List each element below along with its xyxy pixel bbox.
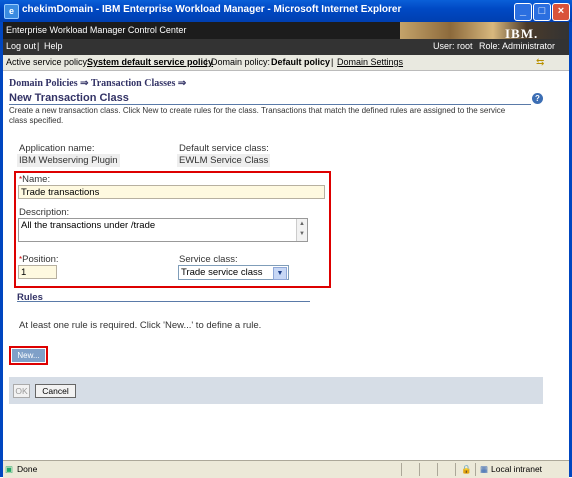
minimize-button[interactable]: _ <box>514 3 532 21</box>
cancel-button[interactable]: Cancel <box>35 384 76 398</box>
app-name-value: IBM Webserving Plugin <box>17 154 120 167</box>
help-link[interactable]: Help <box>44 41 63 51</box>
service-class-select[interactable]: Trade service class ▼ <box>178 265 289 280</box>
page-description: Create a new transaction class. Click Ne… <box>9 106 506 125</box>
active-policy-label: Active service policy: <box>6 57 90 67</box>
domain-policy-value: Default policy <box>271 57 331 67</box>
user-bar: Log out | Help User: root Role: Administ… <box>3 39 569 55</box>
service-class-label: Service class: <box>179 254 238 265</box>
maximize-button[interactable]: □ <box>533 3 551 21</box>
user-label: User: root <box>433 41 473 51</box>
rules-message: At least one rule is required. Click 'Ne… <box>19 320 262 331</box>
policy-separator: | <box>331 57 334 67</box>
status-bar: ▣ Done 🔒 ▦ Local intranet <box>3 460 569 478</box>
logout-link[interactable]: Log out <box>6 41 36 51</box>
name-label: *Name: <box>19 174 51 185</box>
window-titlebar: e chekimDomain - IBM Enterprise Workload… <box>0 0 572 22</box>
description-label: Description: <box>19 207 70 218</box>
position-label: *Position: <box>19 254 59 265</box>
name-input[interactable]: Trade transactions <box>18 185 325 199</box>
close-button[interactable]: × <box>552 3 570 21</box>
default-service-class-value: EWLM Service Class <box>177 154 271 167</box>
window-frame-left <box>0 22 3 477</box>
status-divider <box>437 463 438 476</box>
domain-policy-label: Domain policy: <box>211 57 271 67</box>
help-icon[interactable]: ? <box>532 93 543 104</box>
window-title: chekimDomain - IBM Enterprise Workload M… <box>22 4 402 15</box>
policy-separator: | <box>205 57 208 67</box>
app-title: Enterprise Workload Manager Control Cent… <box>6 25 187 35</box>
new-rule-button[interactable]: New... <box>12 349 45 362</box>
zone-text: Local intranet <box>491 464 543 474</box>
breadcrumb-transaction-classes[interactable]: Transaction Classes ⇒ <box>91 78 186 89</box>
description-textarea[interactable]: All the transactions under /trade ▲ ▼ <box>18 218 308 242</box>
status-divider <box>419 463 420 476</box>
default-service-class-label: Default service class: <box>179 143 269 154</box>
intranet-icon: ▦ <box>480 464 489 474</box>
title-divider <box>9 104 531 105</box>
policy-bar: Active service policy: System default se… <box>3 55 569 71</box>
textarea-scrollbar[interactable]: ▲ ▼ <box>296 219 307 241</box>
button-bar: OK Cancel <box>9 377 543 404</box>
domain-settings-link[interactable]: Domain Settings <box>337 57 403 67</box>
role-label: Role: Administrator <box>479 41 556 51</box>
status-divider <box>475 463 476 476</box>
position-input[interactable]: 1 <box>18 265 57 279</box>
chevron-down-icon[interactable]: ▼ <box>273 267 287 280</box>
breadcrumb-domain-policies[interactable]: Domain Policies ⇒ <box>9 78 88 89</box>
refresh-icon[interactable]: ⇆ <box>536 57 544 68</box>
lock-icon: 🔒 <box>461 464 472 474</box>
rules-divider <box>17 301 310 302</box>
app-name-label: Application name: <box>19 143 95 154</box>
breadcrumb: Domain Policies ⇒ Transaction Classes ⇒ <box>9 78 186 89</box>
description-value: All the transactions under /trade <box>21 220 156 231</box>
status-text: Done <box>17 464 38 474</box>
service-class-value: Trade service class <box>181 267 263 278</box>
status-divider <box>401 463 402 476</box>
active-policy-link[interactable]: System default service policy <box>87 57 213 67</box>
page-title: New Transaction Class <box>9 92 129 104</box>
ie-icon: e <box>4 4 19 19</box>
page-icon: ▣ <box>5 464 14 474</box>
userbar-separator: | <box>37 41 40 51</box>
status-divider <box>455 463 456 476</box>
ok-button[interactable]: OK <box>13 384 30 398</box>
